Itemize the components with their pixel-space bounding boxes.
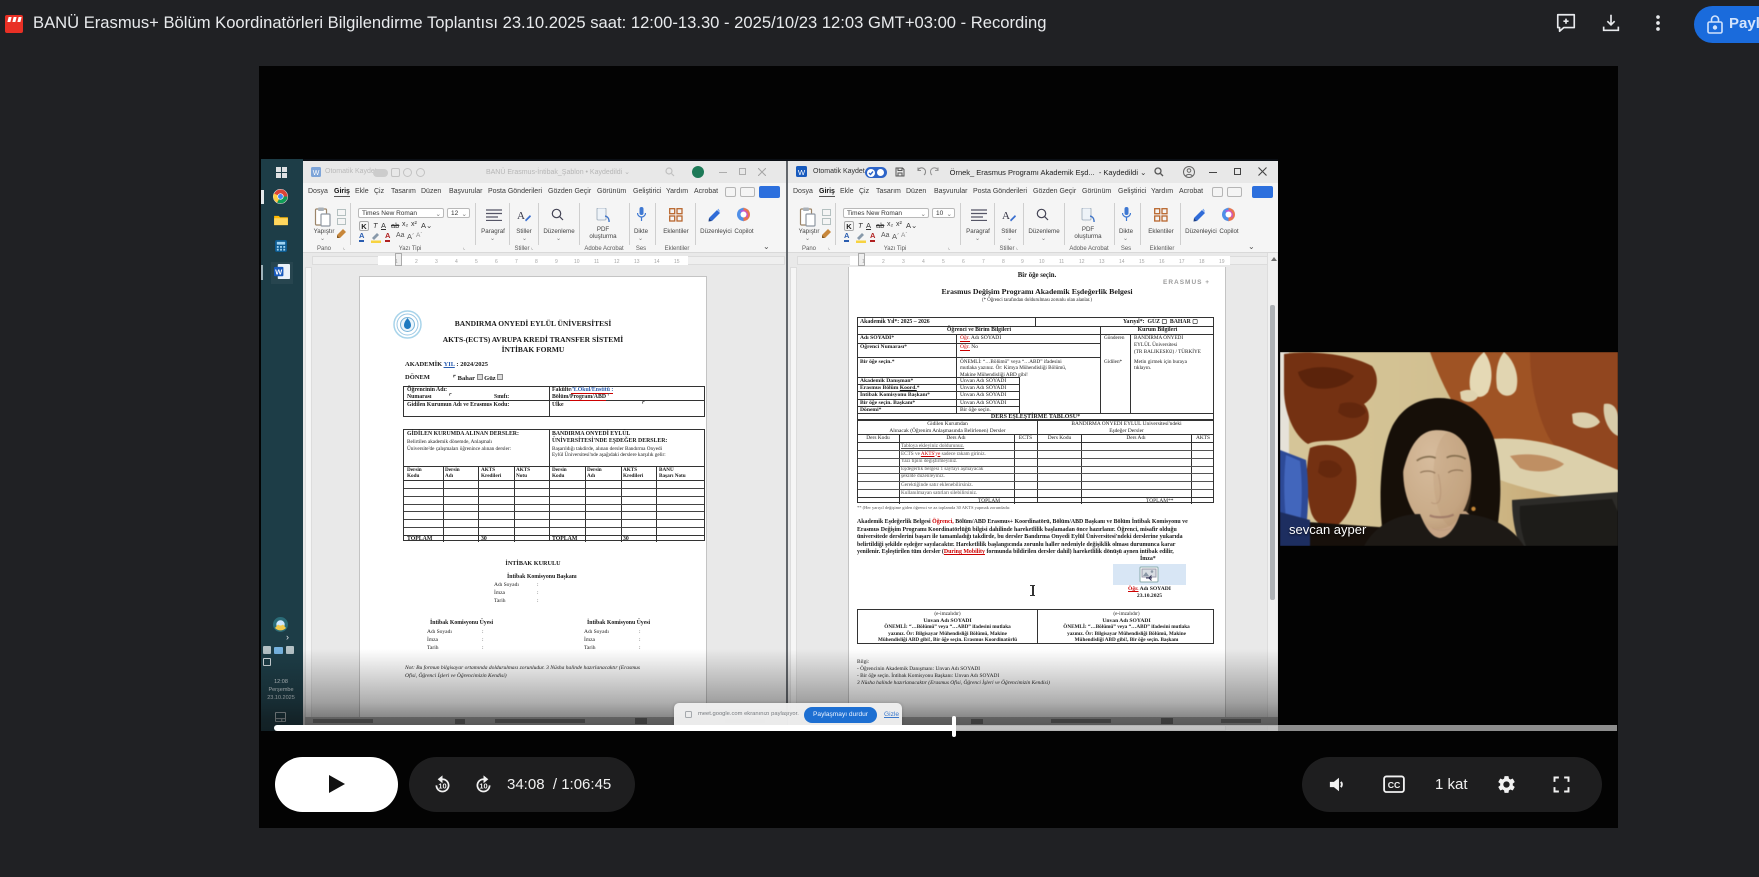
svg-text:W: W <box>313 170 320 177</box>
svg-text:A: A <box>1002 210 1010 222</box>
svg-text:10: 10 <box>438 781 446 790</box>
svg-text:A: A <box>517 210 525 222</box>
svg-text:W: W <box>275 267 283 276</box>
svg-text:CC: CC <box>1388 780 1401 790</box>
svg-text:W: W <box>798 168 806 177</box>
svg-text:10: 10 <box>479 781 487 790</box>
